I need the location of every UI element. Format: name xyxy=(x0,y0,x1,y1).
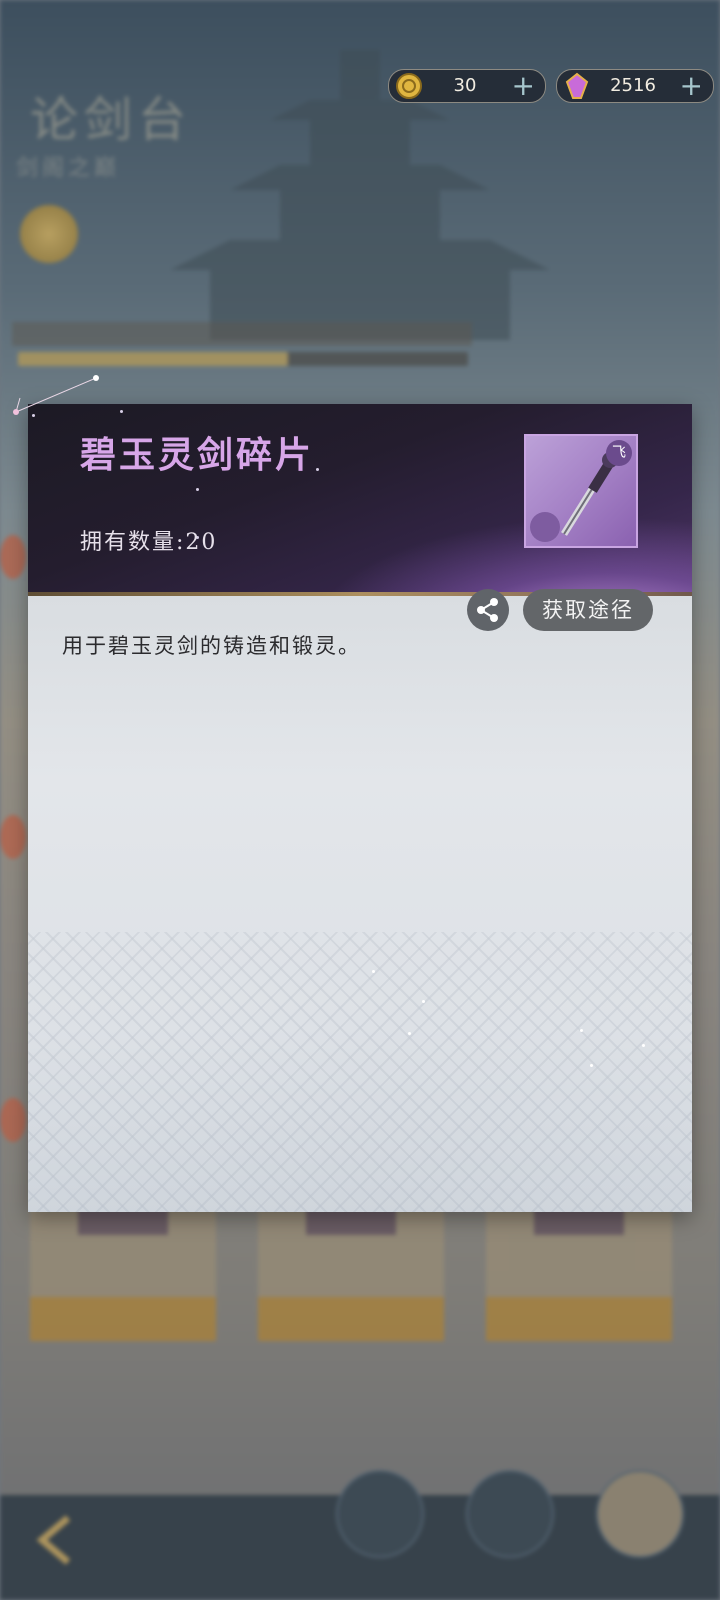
add-jade-button[interactable]: + xyxy=(512,70,535,102)
constellation-decoration xyxy=(13,375,99,415)
background-progress-bar xyxy=(18,352,468,366)
gold-coin-icon xyxy=(396,73,422,99)
background-title: 论剑台 xyxy=(30,92,193,148)
currency-jade: 30 + xyxy=(388,69,546,103)
item-name-title: 碧玉灵剑碎片 xyxy=(80,434,315,476)
popup-header: 碧玉灵剑碎片 拥有数量:20 飞 xyxy=(28,404,692,596)
background-avatar xyxy=(596,1470,684,1558)
background-red-marker xyxy=(0,815,26,859)
item-description: 用于碧玉灵剑的铸造和锻灵。 xyxy=(62,634,361,658)
add-crystal-button[interactable]: + xyxy=(680,70,703,102)
background-progress-fill xyxy=(18,352,288,366)
background-red-marker xyxy=(0,1098,26,1142)
purple-crystal-icon xyxy=(565,72,589,99)
background-card xyxy=(486,1195,672,1341)
share-button[interactable] xyxy=(467,589,509,631)
share-icon xyxy=(477,598,498,622)
background-notice-bar xyxy=(12,322,472,346)
background-subtitle: 剑阁之巅 xyxy=(16,156,121,181)
popup-body: 用于碧玉灵剑的铸造和锻灵。 xyxy=(28,596,692,1212)
background-card xyxy=(258,1195,444,1341)
item-detail-popup: 碧玉灵剑碎片 拥有数量:20 飞 用于碧玉灵剑的铸造和锻灵。 xyxy=(28,404,692,1212)
jade-sword-fragment-icon: 飞 xyxy=(524,434,638,548)
acquire-source-button[interactable]: 获取途径 xyxy=(523,589,653,631)
back-arrow-icon xyxy=(36,1515,71,1565)
background-badge xyxy=(20,205,78,263)
puzzle-piece-icon xyxy=(530,512,560,542)
currency-jade-amount: 30 xyxy=(453,75,477,96)
currency-crystal-amount: 2516 xyxy=(610,75,656,96)
background-card xyxy=(30,1195,216,1341)
background-nav-button xyxy=(466,1470,554,1558)
background-nav-button xyxy=(336,1470,424,1558)
fly-badge: 飞 xyxy=(606,440,632,466)
currency-crystal: 2516 + xyxy=(556,69,714,103)
owned-quantity: 拥有数量:20 xyxy=(80,530,218,555)
background-red-marker xyxy=(0,535,26,579)
